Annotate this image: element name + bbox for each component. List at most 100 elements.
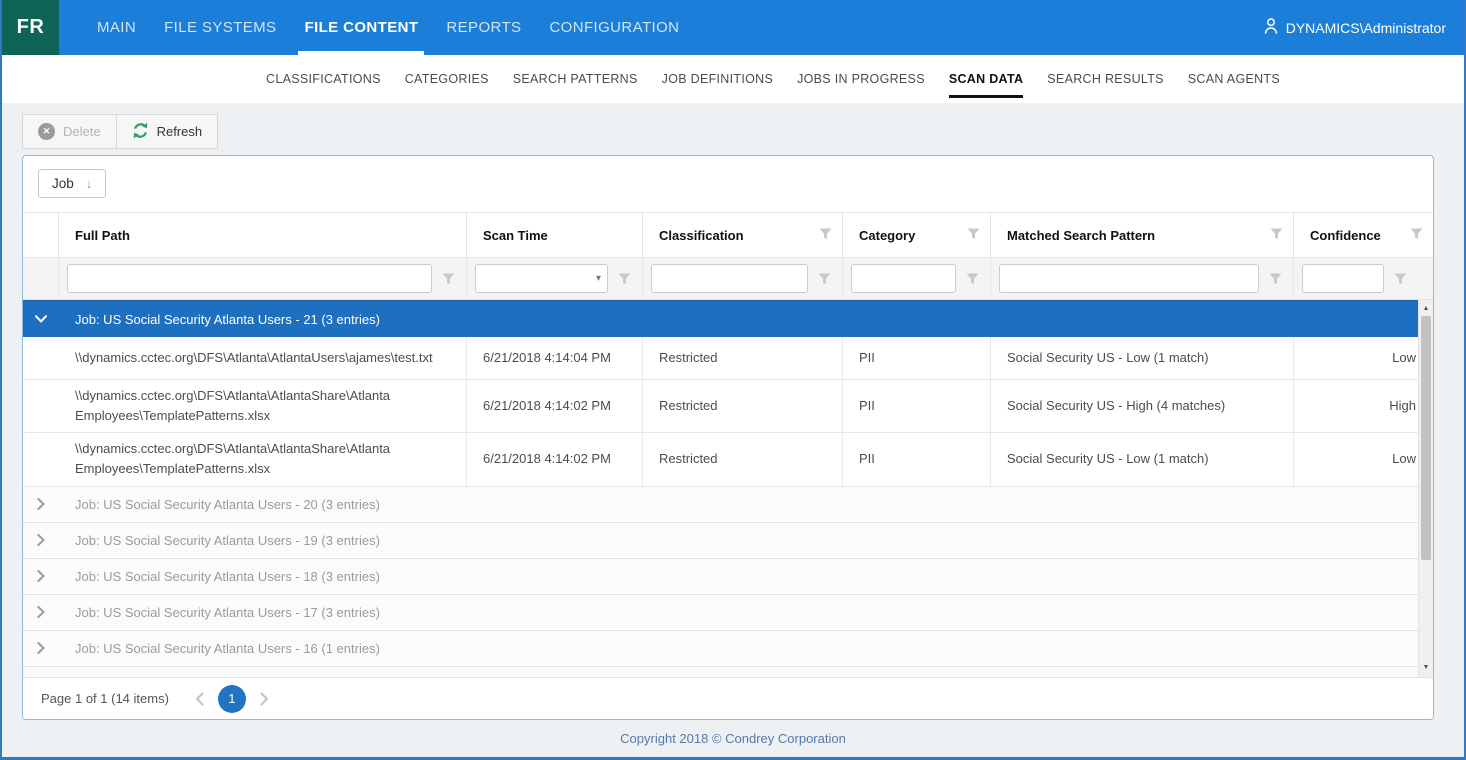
group-row-collapsed[interactable]: Job: US Social Security Atlanta Users - … — [23, 667, 1433, 677]
app-logo[interactable]: FR — [2, 0, 59, 55]
scroll-up-icon[interactable]: ▲ — [1419, 302, 1433, 316]
filter-row: ▾ — [23, 258, 1433, 300]
chevron-down-icon[interactable]: ▾ — [596, 273, 601, 284]
group-row-label: Job: US Social Security Atlanta Users - … — [59, 497, 380, 512]
chevron-right-icon[interactable] — [23, 570, 59, 582]
row-indent — [23, 433, 59, 486]
cell-confidence: Low — [1294, 337, 1433, 380]
group-row-collapsed[interactable]: Job: US Social Security Atlanta Users - … — [23, 559, 1433, 595]
category-filter-input[interactable] — [851, 264, 956, 293]
cell-full-path: \\dynamics.cctec.org\DFS\Atlanta\Atlanta… — [59, 380, 467, 433]
row-indent — [23, 337, 59, 380]
cell-matched-pattern: Social Security US - Low (1 match) — [991, 433, 1294, 486]
user-label: DYNAMICS\Administrator — [1286, 20, 1446, 36]
table-row[interactable]: \\dynamics.cctec.org\DFS\Atlanta\Atlanta… — [23, 380, 1433, 433]
tab-categories[interactable]: CATEGORIES — [405, 55, 489, 103]
header-confidence[interactable]: Confidence — [1294, 213, 1433, 257]
column-header-row: Full Path Scan Time Classification Categ… — [23, 212, 1433, 258]
previous-page-icon[interactable] — [195, 692, 204, 706]
tab-scan-agents[interactable]: SCAN AGENTS — [1188, 55, 1280, 103]
cell-category: PII — [843, 380, 991, 433]
cell-scan-time: 6/21/2018 4:14:02 PM — [467, 380, 643, 433]
group-row-label: Job: US Social Security Atlanta Users - … — [59, 569, 380, 584]
group-by-label: Job — [52, 176, 74, 191]
tab-jobs-in-progress[interactable]: JOBS IN PROGRESS — [797, 55, 925, 103]
tab-search-results[interactable]: SEARCH RESULTS — [1047, 55, 1164, 103]
cell-matched-pattern: Social Security US - High (4 matches) — [991, 380, 1294, 433]
tab-search-patterns[interactable]: SEARCH PATTERNS — [513, 55, 638, 103]
top-nav-main[interactable]: MAIN — [95, 0, 138, 55]
confidence-filter-input[interactable] — [1302, 264, 1384, 293]
next-page-icon[interactable] — [260, 692, 269, 706]
chevron-down-icon[interactable] — [23, 315, 59, 323]
copyright-footer: Copyright 2018 © Condrey Corporation — [2, 720, 1464, 757]
full-path-filter-input[interactable] — [67, 264, 432, 293]
group-row-expanded[interactable]: Job: US Social Security Atlanta Users - … — [23, 300, 1433, 337]
table-row[interactable]: \\dynamics.cctec.org\DFS\Atlanta\Atlanta… — [23, 337, 1433, 380]
filter-matched-pattern-cell — [991, 258, 1294, 299]
cell-category: PII — [843, 337, 991, 380]
top-nav-file-content[interactable]: FILE CONTENT — [302, 0, 420, 55]
filter-funnel-icon[interactable] — [1270, 228, 1283, 243]
filter-funnel-icon[interactable] — [1388, 273, 1412, 285]
delete-icon: ✕ — [38, 123, 55, 140]
group-by-panel: Job ↓ — [23, 156, 1433, 212]
filter-full-path-cell — [59, 258, 467, 299]
top-nav-reports[interactable]: REPORTS — [444, 0, 523, 55]
chevron-right-icon[interactable] — [23, 498, 59, 510]
tab-classifications[interactable]: CLASSIFICATIONS — [266, 55, 381, 103]
refresh-button-label: Refresh — [157, 124, 203, 139]
group-by-chip-job[interactable]: Job ↓ — [38, 169, 106, 198]
table-row[interactable]: \\dynamics.cctec.org\DFS\Atlanta\Atlanta… — [23, 433, 1433, 486]
filter-funnel-icon[interactable] — [967, 228, 980, 243]
top-nav-configuration[interactable]: CONFIGURATION — [547, 0, 681, 55]
cell-classification: Restricted — [643, 433, 843, 486]
header-confidence-label: Confidence — [1310, 228, 1381, 243]
tab-scan-data[interactable]: SCAN DATA — [949, 55, 1023, 103]
toolbar: ✕ Delete Refresh — [2, 103, 1464, 155]
filter-classification-cell — [643, 258, 843, 299]
page-1-button[interactable]: 1 — [218, 685, 246, 713]
top-nav-file-systems[interactable]: FILE SYSTEMS — [162, 0, 278, 55]
group-row-collapsed[interactable]: Job: US Social Security Atlanta Users - … — [23, 595, 1433, 631]
filter-funnel-icon[interactable] — [1263, 273, 1287, 285]
delete-button[interactable]: ✕ Delete — [22, 114, 117, 149]
vertical-scrollbar[interactable]: ▲ ▼ — [1418, 300, 1433, 677]
scan-time-filter-input[interactable] — [475, 264, 608, 293]
filter-funnel-icon[interactable] — [960, 273, 984, 285]
user-menu[interactable]: DYNAMICS\Administrator — [1263, 0, 1446, 55]
chevron-right-icon[interactable] — [23, 606, 59, 618]
header-category[interactable]: Category — [843, 213, 991, 257]
header-full-path[interactable]: Full Path — [59, 213, 467, 257]
filter-funnel-icon[interactable] — [436, 273, 460, 285]
header-classification-label: Classification — [659, 228, 744, 243]
matched-pattern-filter-input[interactable] — [999, 264, 1259, 293]
cell-confidence: Low — [1294, 433, 1433, 486]
header-matched-search-pattern[interactable]: Matched Search Pattern — [991, 213, 1294, 257]
scroll-down-icon[interactable]: ▼ — [1419, 661, 1433, 675]
cell-category: PII — [843, 433, 991, 486]
group-row-collapsed[interactable]: Job: US Social Security Atlanta Users - … — [23, 631, 1433, 667]
chevron-right-icon[interactable] — [23, 534, 59, 546]
scrollbar-thumb[interactable] — [1421, 316, 1431, 560]
filter-funnel-icon[interactable] — [819, 228, 832, 243]
classification-filter-input[interactable] — [651, 264, 808, 293]
cell-classification: Restricted — [643, 337, 843, 380]
cell-matched-pattern: Social Security US - Low (1 match) — [991, 337, 1294, 380]
group-row-collapsed[interactable]: Job: US Social Security Atlanta Users - … — [23, 523, 1433, 559]
header-scan-time[interactable]: Scan Time — [467, 213, 643, 257]
filter-funnel-icon[interactable] — [812, 273, 836, 285]
header-expand-column — [23, 213, 59, 257]
chevron-right-icon[interactable] — [23, 642, 59, 654]
grid-rows-area: Job: US Social Security Atlanta Users - … — [23, 300, 1433, 677]
tab-job-definitions[interactable]: JOB DEFINITIONS — [662, 55, 773, 103]
pager-bar: Page 1 of 1 (14 items) 1 — [23, 677, 1433, 719]
filter-funnel-icon[interactable] — [1410, 228, 1423, 243]
header-classification[interactable]: Classification — [643, 213, 843, 257]
refresh-button[interactable]: Refresh — [116, 114, 219, 149]
cell-full-path: \\dynamics.cctec.org\DFS\Atlanta\Atlanta… — [59, 337, 467, 380]
group-row-collapsed[interactable]: Job: US Social Security Atlanta Users - … — [23, 487, 1433, 523]
header-matched-search-pattern-label: Matched Search Pattern — [1007, 228, 1155, 243]
refresh-icon — [132, 122, 149, 142]
filter-funnel-icon[interactable] — [612, 273, 636, 285]
